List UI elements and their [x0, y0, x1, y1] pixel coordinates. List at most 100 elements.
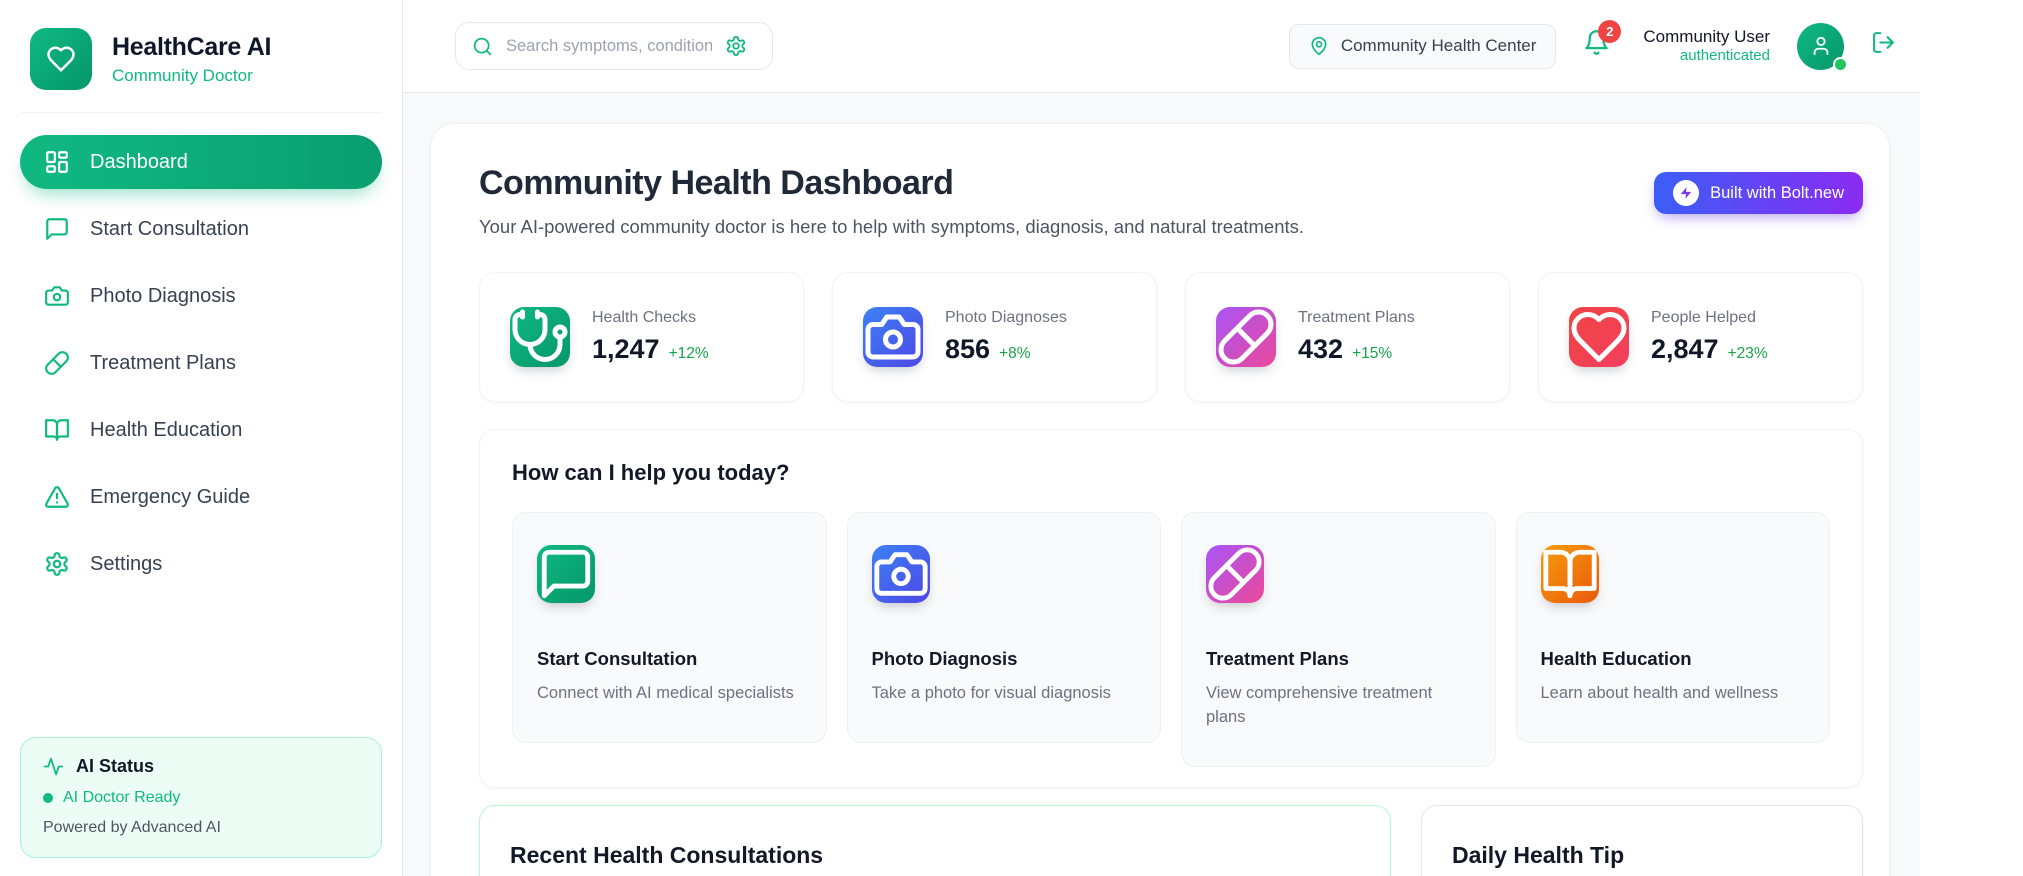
action-card-photo-diagnosis[interactable]: Photo Diagnosis Take a photo for visual d… [846, 512, 1161, 743]
dashboard-card: Community Health Dashboard Your AI-power… [430, 123, 1890, 876]
camera-icon [863, 307, 923, 367]
warning-icon [44, 484, 70, 510]
stat-card-health-checks: Health Checks 1,247 +12% [479, 272, 804, 402]
action-card-title: Treatment Plans [1206, 648, 1349, 669]
sidebar-item-settings[interactable]: Settings [20, 537, 382, 591]
map-pin-icon [1309, 36, 1329, 56]
stats-row: Health Checks 1,247 +12% Photo Diagnoses … [479, 272, 1863, 402]
action-card-title: Start Consultation [537, 648, 698, 669]
sidebar-item-label: Health Education [90, 418, 243, 441]
sidebar-item-label: Start Consultation [90, 217, 249, 240]
built-with-bolt-badge[interactable]: Built with Bolt.new [1654, 172, 1863, 214]
action-card-treatment-plans[interactable]: Treatment Plans View comprehensive treatm… [1181, 512, 1496, 767]
ai-status-ready: AI Doctor Ready [43, 789, 359, 807]
location-label: Community Health Center [1340, 36, 1537, 55]
page-header-text: Community Health Dashboard Your AI-power… [479, 164, 1304, 238]
stat-value-row: 1,247 +12% [592, 334, 709, 365]
user-icon [1810, 35, 1832, 57]
online-status-dot [1833, 56, 1848, 72]
sidebar-item-label: Emergency Guide [90, 485, 251, 508]
app-root: HealthCare AI Community Doctor Dashboard… [0, 0, 2023, 876]
camera-icon [44, 283, 70, 309]
brand-text: HealthCare AI Community Doctor [112, 33, 271, 86]
bottom-row: Recent Health Consultations Daily Health… [479, 804, 1863, 876]
right-gutter [1920, 0, 2023, 876]
sidebar-nav: Dashboard Start Consultation Photo Diagnos… [20, 135, 382, 591]
book-icon [1540, 545, 1599, 603]
stat-label: People Helped [1651, 309, 1756, 326]
stat-card-treatment-plans: Treatment Plans 432 +15% [1185, 272, 1510, 402]
ai-status-powered: Powered by Advanced AI [43, 819, 221, 836]
avatar[interactable] [1797, 22, 1848, 72]
sidebar-item-emergency-guide[interactable]: Emergency Guide [20, 470, 382, 524]
status-dot [43, 793, 53, 803]
stat-value: 432 [1298, 334, 1344, 364]
stat-card-people-helped: People Helped 2,847 +23% [1538, 272, 1863, 402]
app-title: HealthCare AI [112, 32, 272, 61]
stat-card-photo-diagnoses: Photo Diagnoses 856 +8% [832, 272, 1157, 402]
brand: HealthCare AI Community Doctor [20, 26, 382, 113]
search-settings-gear-icon[interactable] [725, 35, 747, 57]
logout-icon [1871, 30, 1896, 55]
lightning-bolt-icon [1679, 186, 1693, 200]
action-card-title: Photo Diagnosis [871, 648, 1018, 669]
search-bar[interactable] [455, 22, 773, 70]
heart-icon [1569, 307, 1629, 367]
sidebar-item-label: Settings [90, 552, 163, 575]
logout-button[interactable] [1871, 30, 1896, 62]
sidebar-item-label: Treatment Plans [90, 351, 236, 374]
content-area: Community Health Dashboard Your AI-power… [403, 93, 1920, 876]
recent-consultations-card: Recent Health Consultations [479, 804, 1391, 876]
heart-logo-icon [30, 28, 92, 90]
stat-text: Photo Diagnoses 856 +8% [945, 309, 1067, 365]
stat-text: Treatment Plans 432 +15% [1298, 309, 1415, 365]
help-section: How can I help you today? Start Consulta… [479, 429, 1863, 788]
ai-status-header: AI Status [43, 756, 359, 777]
page-title: Community Health Dashboard [479, 164, 954, 202]
daily-health-tip-title: Daily Health Tip [1452, 841, 1625, 868]
sidebar-item-treatment-plans[interactable]: Treatment Plans [20, 336, 382, 390]
sidebar-item-start-consultation[interactable]: Start Consultation [20, 202, 382, 256]
header-right: Community Health Center 2 Community User… [1288, 20, 1896, 72]
camera-icon [871, 545, 930, 603]
action-card-description: Learn about health and wellness [1540, 684, 1779, 702]
location-button[interactable]: Community Health Center [1288, 23, 1557, 69]
notifications-button[interactable]: 2 [1583, 20, 1622, 63]
chat-icon [537, 545, 595, 603]
ai-status-text: AI Doctor Ready [63, 789, 181, 806]
ai-status-card: AI Status AI Doctor Ready Powered by Adv… [20, 737, 382, 858]
help-section-title: How can I help you today? [512, 460, 790, 485]
sidebar-item-photo-diagnosis[interactable]: Photo Diagnosis [20, 269, 382, 323]
stat-value-row: 432 +15% [1298, 334, 1415, 365]
action-card-start-consultation[interactable]: Start Consultation Connect with AI medica… [512, 512, 827, 743]
action-card-description: Connect with AI medical specialists [537, 684, 794, 702]
sidebar-item-label: Photo Diagnosis [90, 284, 236, 307]
notification-badge: 2 [1598, 20, 1622, 43]
user-name: Community User [1643, 27, 1770, 46]
action-card-description: Take a photo for visual diagnosis [871, 684, 1111, 702]
search-input[interactable] [506, 36, 712, 56]
pill-icon [44, 350, 70, 376]
daily-health-tip-card: Daily Health Tip [1421, 804, 1863, 876]
stat-delta: +8% [999, 345, 1031, 362]
book-icon [44, 417, 70, 443]
search-icon [472, 36, 493, 57]
pill-icon [1216, 307, 1276, 367]
stat-delta: +23% [1727, 345, 1768, 362]
app-subtitle: Community Doctor [112, 65, 253, 85]
dashboard-icon [44, 149, 70, 175]
stethoscope-icon [510, 307, 570, 367]
gear-icon [44, 551, 70, 577]
main-column: Community Health Center 2 Community User… [403, 0, 1920, 876]
stat-label: Treatment Plans [1298, 309, 1415, 326]
sidebar-item-health-education[interactable]: Health Education [20, 403, 382, 457]
pill-icon [1206, 545, 1264, 603]
sidebar-item-dashboard[interactable]: Dashboard [20, 135, 382, 189]
action-card-health-education[interactable]: Health Education Learn about health and w… [1515, 512, 1830, 743]
stat-value: 2,847 [1651, 334, 1719, 364]
stat-delta: +15% [1352, 345, 1393, 362]
chat-icon [44, 216, 70, 242]
user-auth-status: authenticated [1679, 47, 1770, 65]
stat-value: 856 [945, 334, 991, 364]
sidebar-item-label: Dashboard [90, 150, 188, 173]
